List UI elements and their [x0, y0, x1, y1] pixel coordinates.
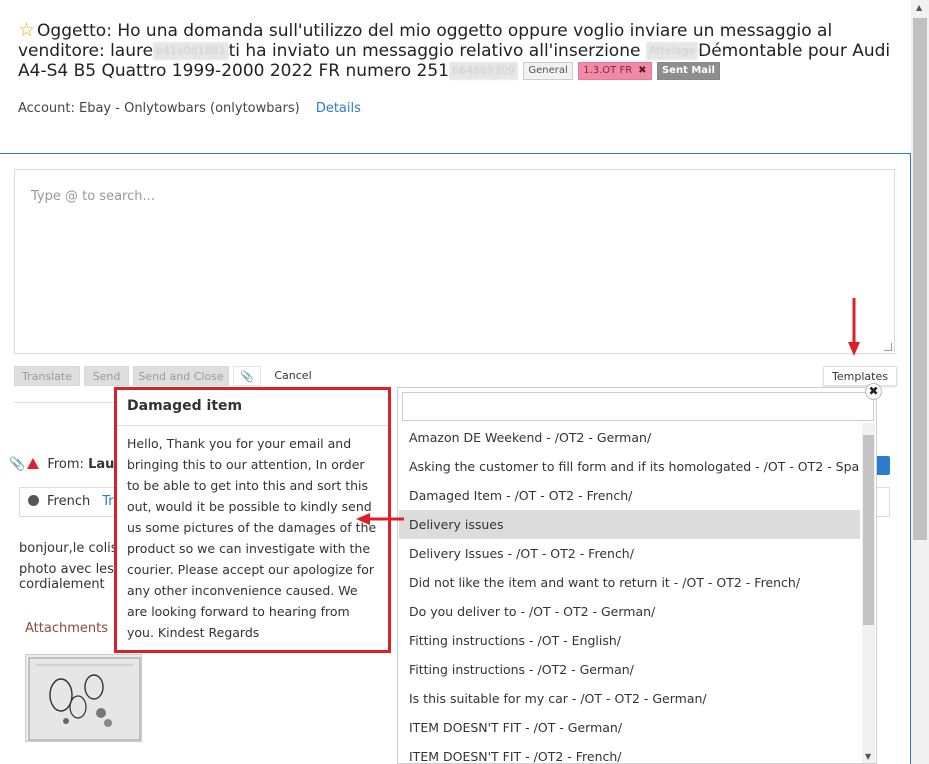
message-line: bonjour,le colis	[19, 541, 118, 556]
templates-list: Amazon DE Weekend - /OT2 - German/Asking…	[399, 423, 860, 763]
account-label: Account: Ebay - Onlytowbars (onlytowbars…	[18, 101, 300, 116]
redacted-text: e41a0d1881	[153, 42, 229, 60]
attachment-icon: 📎	[9, 457, 26, 472]
remove-tag-icon[interactable]: ✖	[638, 65, 646, 76]
template-item[interactable]: Fitting instructions - /OT2 - German/	[399, 655, 860, 684]
scrollbar-thumb[interactable]	[863, 435, 874, 625]
template-preview-body: Hello, Thank you for your email and brin…	[127, 436, 377, 640]
template-search-input[interactable]	[402, 392, 874, 421]
chevron-up-icon[interactable]: ▲	[916, 3, 922, 12]
warning-icon	[27, 458, 40, 469]
divider	[14, 402, 114, 403]
send-button[interactable]: Send	[84, 366, 129, 386]
dropdown-scrollbar[interactable]: ▼	[862, 423, 875, 763]
damage-sketch-image	[28, 657, 141, 741]
chevron-down-icon[interactable]: ▼	[865, 752, 871, 761]
attachment-thumbnail[interactable]	[25, 654, 142, 742]
send-and-close-button[interactable]: Send and Close	[133, 366, 229, 386]
template-item[interactable]: Fitting instructions - /OT - English/	[399, 626, 860, 655]
templates-dropdown: Amazon DE Weekend - /OT2 - German/Asking…	[397, 387, 877, 764]
page-scrollbar[interactable]: ▲	[911, 0, 929, 764]
message-subject: ☆ Oggetto: Ho una domanda sull'utilizzo d…	[18, 20, 898, 81]
template-item[interactable]: ITEM DOESN'T FIT - /OT2 - French/	[399, 742, 860, 763]
page-scrollbar-thumb[interactable]	[913, 18, 927, 540]
template-item[interactable]: Do you deliver to - /OT - OT2 - German/	[399, 597, 860, 626]
template-preview-title: Damaged item	[117, 390, 388, 426]
star-icon[interactable]: ☆	[18, 19, 35, 41]
language-label: French	[47, 494, 91, 509]
resize-handle[interactable]	[884, 343, 892, 351]
template-item[interactable]: Delivery Issues - /OT - OT2 - French/	[399, 539, 860, 568]
tag-ot-fr[interactable]: 1.3.OT FR ✖	[578, 62, 652, 80]
template-item[interactable]: Did not like the item and want to return…	[399, 568, 860, 597]
from-label: From:	[47, 457, 84, 472]
tag-ot-label: 1.3.OT FR	[583, 65, 633, 76]
attachments-label: Attachments	[25, 621, 108, 636]
template-item[interactable]: Delivery issues	[399, 510, 860, 539]
close-icon[interactable]: ✖	[865, 383, 882, 400]
templates-button[interactable]: Templates	[823, 366, 897, 386]
template-item[interactable]: ITEM DOESN'T FIT - /OT - German/	[399, 713, 860, 742]
tag-general[interactable]: General	[523, 62, 573, 80]
reply-editor[interactable]: Type @ to search...	[14, 169, 895, 354]
template-item[interactable]: Is this suitable for my car - /OT - OT2 …	[399, 684, 860, 713]
translate-button[interactable]: Translate	[14, 366, 80, 386]
redacted-text: 664869309	[448, 62, 518, 80]
from-row: 📎 From: Laure	[9, 457, 130, 472]
template-item[interactable]: Damaged Item - /OT - OT2 - French/	[399, 481, 860, 510]
tag-sent-mail[interactable]: Sent Mail	[656, 62, 720, 80]
globe-icon	[28, 495, 39, 506]
message-line: photo avec les	[19, 562, 114, 577]
redacted-text: Attelage	[645, 42, 699, 60]
details-link[interactable]: Details	[316, 101, 361, 116]
template-preview: Damaged item Hello, Thank you for your e…	[114, 387, 391, 653]
account-info: Account: Ebay - Onlytowbars (onlytowbars…	[18, 101, 361, 116]
message-line: cordialement	[19, 577, 105, 592]
editor-placeholder: Type @ to search...	[31, 189, 155, 204]
language-selector[interactable]: French Tra	[19, 487, 129, 517]
cancel-button[interactable]: Cancel	[267, 366, 319, 386]
template-item[interactable]: Asking the customer to fill form and if …	[399, 452, 860, 481]
attach-icon[interactable]: 📎	[233, 366, 261, 386]
subject-middle: ti ha inviato un messaggio relativo all'…	[228, 41, 641, 61]
template-item[interactable]: Amazon DE Weekend - /OT2 - German/	[399, 423, 860, 452]
